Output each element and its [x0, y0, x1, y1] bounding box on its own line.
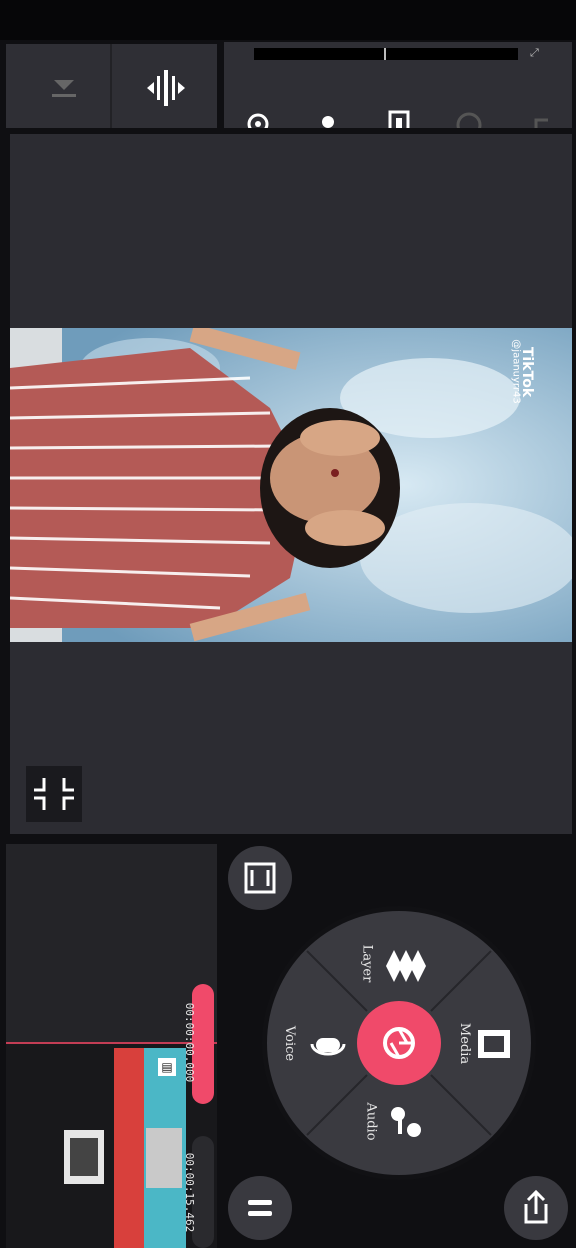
- aspect-ratio-button[interactable]: [228, 846, 292, 910]
- playback-toolbar: ⤢: [224, 42, 572, 128]
- timeline-panel: 00:00:00.000 00:00:15.462 ▤: [6, 844, 217, 1248]
- video-still: [10, 328, 572, 642]
- preview-area: TikTok @jaanuyrr43: [10, 134, 572, 834]
- scrubber-marker: [384, 48, 386, 60]
- share-icon: [524, 1189, 548, 1224]
- wheel-audio-label: Audio: [363, 1102, 379, 1141]
- camera-shutter-icon: [383, 1027, 415, 1059]
- tiktok-handle: @jaanuyrr43: [510, 339, 522, 404]
- collapse-button[interactable]: [26, 766, 82, 822]
- gear-icon[interactable]: [242, 108, 274, 128]
- top-bar: [0, 0, 576, 40]
- microphone-icon: [310, 1038, 346, 1056]
- edit-tool-panel: [6, 44, 217, 128]
- audio-thumb-art: [70, 1138, 98, 1176]
- clip-thumb-strip: [114, 1048, 144, 1248]
- wheel-layer-label: Layer: [359, 944, 375, 983]
- redo-icon[interactable]: [454, 110, 484, 128]
- panel-divider: [110, 44, 112, 128]
- menu-icon: [248, 1200, 272, 1216]
- wheel-media-button[interactable]: Media: [442, 1006, 522, 1086]
- film-icon: [478, 1030, 510, 1058]
- total-time-pill: 00:00:15.462: [183, 1136, 214, 1248]
- video-frame[interactable]: TikTok @jaanuyrr43: [10, 328, 572, 642]
- crop-icon[interactable]: [384, 106, 414, 128]
- undo-icon[interactable]: [528, 110, 558, 128]
- menu-button[interactable]: [228, 1176, 292, 1240]
- collapse-icon: [34, 778, 74, 810]
- wheel-voice-label: Voice: [282, 1025, 298, 1062]
- lower-icon[interactable]: [44, 70, 84, 110]
- fullscreen-icon[interactable]: ⤢: [530, 46, 544, 60]
- audio-clip-thumb[interactable]: [64, 1130, 104, 1184]
- music-note-icon: [391, 1107, 421, 1137]
- layers-icon: [386, 950, 426, 982]
- add-media-wheel: Layer Media Voice Audio: [262, 906, 536, 1180]
- keyframe-icon[interactable]: [316, 110, 340, 128]
- clip-menu-icon[interactable]: ▤: [158, 1058, 176, 1076]
- record-button[interactable]: [357, 1001, 441, 1085]
- split-icon[interactable]: [144, 66, 188, 110]
- video-clip[interactable]: ▤: [114, 1048, 186, 1248]
- current-time-pill: 00:00:00.000: [183, 984, 214, 1104]
- export-button[interactable]: [504, 1176, 568, 1240]
- wheel-media-label: Media: [457, 1022, 473, 1065]
- tiktok-watermark: TikTok @jaanuyrr43: [508, 338, 568, 418]
- wheel-audio-button[interactable]: Audio: [362, 1084, 442, 1164]
- scrubber-track[interactable]: [254, 48, 518, 60]
- clip-thumb-faces: [146, 1128, 182, 1188]
- wheel-layer-button[interactable]: Layer: [359, 936, 442, 1006]
- aspect-ratio-icon: [244, 862, 276, 894]
- wheel-voice-button[interactable]: Voice: [276, 1006, 356, 1086]
